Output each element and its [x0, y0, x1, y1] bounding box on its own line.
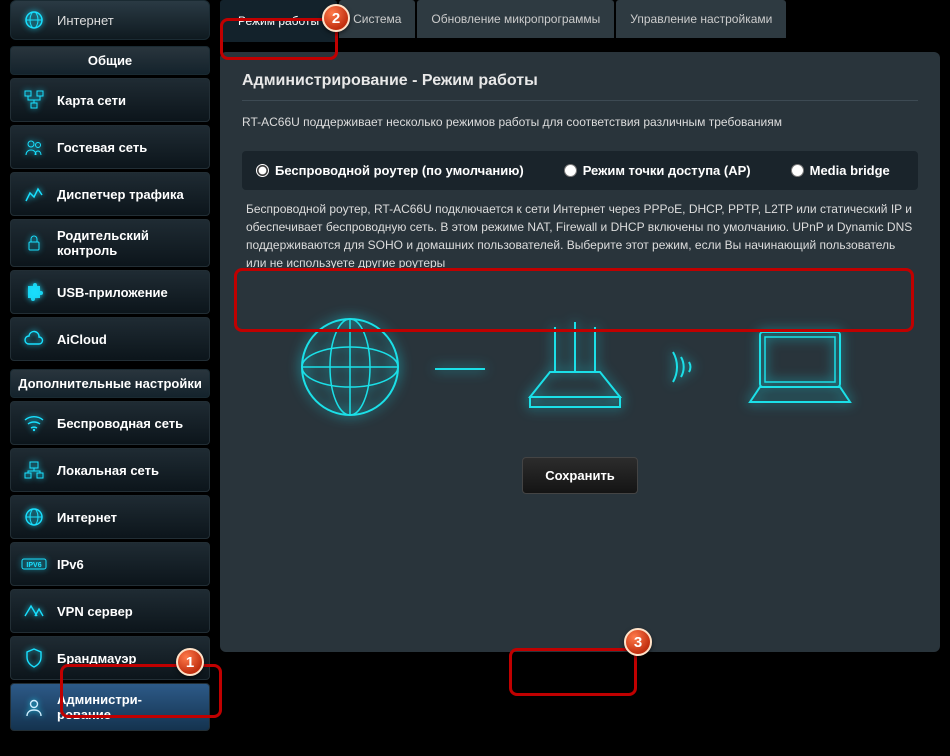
mode-media-bridge[interactable]: Media bridge	[791, 163, 890, 178]
sidebar: Интернет Общие Карта сети Гостевая сеть …	[10, 0, 210, 756]
mode-diagram	[242, 312, 918, 427]
svg-text:IPV6: IPV6	[26, 562, 41, 569]
traffic-icon	[21, 181, 47, 207]
sidebar-item-label: Гостевая сеть	[57, 140, 147, 155]
mode-wireless-router-radio[interactable]	[256, 164, 269, 177]
sidebar-item-traffic-manager[interactable]: Диспетчер трафика	[10, 172, 210, 216]
cloud-icon	[21, 326, 47, 352]
sidebar-item-internet-top[interactable]: Интернет	[10, 0, 210, 40]
wifi-icon	[21, 410, 47, 436]
panel-subtitle: RT-AC66U поддерживает несколько режимов …	[242, 115, 918, 129]
mode-label: Режим точки доступа (AP)	[583, 163, 751, 178]
vpn-icon	[21, 598, 47, 624]
sidebar-item-label: Карта сети	[57, 93, 126, 108]
mode-access-point-radio[interactable]	[564, 164, 577, 177]
sidebar-item-firewall[interactable]: Брандмауэр	[10, 636, 210, 680]
sidebar-item-label: Диспетчер трафика	[57, 187, 184, 202]
sidebar-item-label: VPN сервер	[57, 604, 133, 619]
sidebar-item-vpn-server[interactable]: VPN сервер	[10, 589, 210, 633]
main-content: Режим работы Система Обновление микропро…	[210, 0, 940, 756]
sidebar-item-wireless[interactable]: Беспроводная сеть	[10, 401, 210, 445]
tab-settings-management[interactable]: Управление настройками	[616, 0, 786, 38]
sidebar-item-label: Брандмауэр	[57, 651, 136, 666]
tab-system[interactable]: Система	[339, 0, 415, 38]
operation-mode-options: Беспроводной роутер (по умолчанию) Режим…	[242, 151, 918, 190]
diagram-line-icon	[435, 361, 485, 379]
sidebar-section-general: Общие	[10, 46, 210, 75]
globe-icon	[21, 504, 47, 530]
tab-bar: Режим работы Система Обновление микропро…	[220, 0, 940, 42]
sidebar-item-aicloud[interactable]: AiCloud	[10, 317, 210, 361]
admin-icon	[21, 694, 47, 720]
mode-access-point[interactable]: Режим точки доступа (AP)	[564, 163, 751, 178]
mode-description: Беспроводной роутер, RT-AC66U подключает…	[242, 200, 918, 272]
diagram-router-icon	[515, 317, 635, 422]
sidebar-item-label: IPv6	[57, 557, 84, 572]
sidebar-item-label: Интернет	[57, 13, 114, 28]
diagram-wifi-icon	[665, 342, 705, 397]
sidebar-item-label: Администри- рование	[57, 692, 199, 722]
globe-icon	[21, 7, 47, 33]
mode-media-bridge-radio[interactable]	[791, 164, 804, 177]
tab-operation-mode[interactable]: Режим работы	[220, 0, 337, 42]
content-panel: Администрирование - Режим работы RT-AC66…	[220, 52, 940, 652]
sidebar-item-internet[interactable]: Интернет	[10, 495, 210, 539]
sidebar-section-advanced: Дополнительные настройки	[10, 369, 210, 398]
puzzle-icon	[21, 279, 47, 305]
sidebar-item-label: USB-приложение	[57, 285, 168, 300]
sidebar-item-guest-network[interactable]: Гостевая сеть	[10, 125, 210, 169]
diagram-laptop-icon	[735, 317, 865, 422]
ipv6-icon: IPV6	[21, 551, 47, 577]
sidebar-item-administration[interactable]: Администри- рование	[10, 683, 210, 731]
sidebar-item-lan[interactable]: Локальная сеть	[10, 448, 210, 492]
sidebar-item-network-map[interactable]: Карта сети	[10, 78, 210, 122]
sidebar-item-label: Локальная сеть	[57, 463, 159, 478]
mode-label: Беспроводной роутер (по умолчанию)	[275, 163, 524, 178]
mode-wireless-router[interactable]: Беспроводной роутер (по умолчанию)	[256, 163, 524, 178]
guest-network-icon	[21, 134, 47, 160]
tab-firmware-upgrade[interactable]: Обновление микропрограммы	[417, 0, 614, 38]
network-map-icon	[21, 87, 47, 113]
shield-icon	[21, 645, 47, 671]
sidebar-item-parental-control[interactable]: Родительский контроль	[10, 219, 210, 267]
save-button[interactable]: Сохранить	[522, 457, 638, 494]
lock-icon	[21, 230, 47, 256]
lan-icon	[21, 457, 47, 483]
panel-title: Администрирование - Режим работы	[242, 72, 918, 101]
sidebar-item-label: Родительский контроль	[57, 228, 199, 258]
sidebar-item-label: Интернет	[57, 510, 117, 525]
mode-label: Media bridge	[810, 163, 890, 178]
sidebar-item-ipv6[interactable]: IPV6 IPv6	[10, 542, 210, 586]
sidebar-item-label: AiCloud	[57, 332, 107, 347]
diagram-globe-icon	[295, 312, 405, 427]
sidebar-item-label: Беспроводная сеть	[57, 416, 183, 431]
sidebar-item-usb-app[interactable]: USB-приложение	[10, 270, 210, 314]
